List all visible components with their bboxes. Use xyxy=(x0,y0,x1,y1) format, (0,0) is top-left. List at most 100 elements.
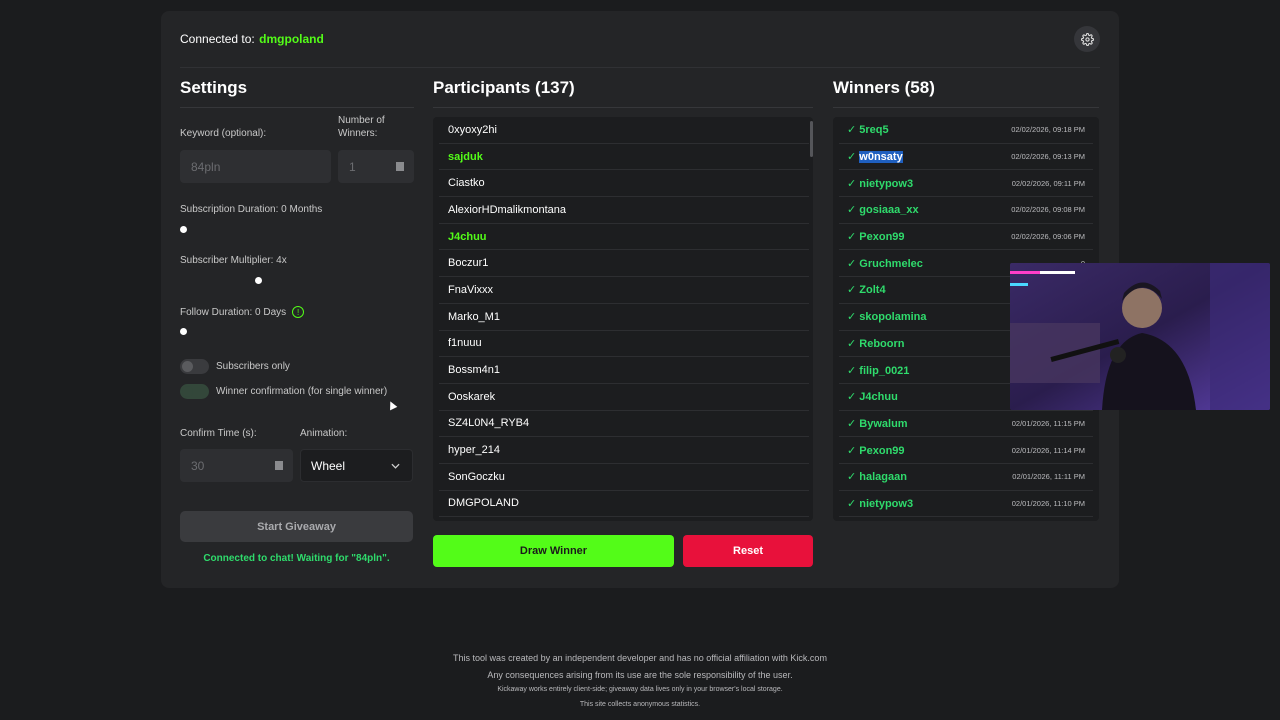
footer-disclaimer: This tool was created by an independent … xyxy=(453,653,827,663)
check-icon: ✓ xyxy=(847,311,860,324)
check-icon: ✓ xyxy=(847,204,860,217)
footer-storage-note: Kickaway works entirely client-side; giv… xyxy=(497,686,783,693)
winner-name: ✓ filip_0021 xyxy=(847,364,909,377)
winner-name: ✓ Pexon99 xyxy=(847,230,905,243)
follow-duration-row: Follow Duration: 0 Days! xyxy=(180,306,305,319)
winner-name: ✓ nietypow3 xyxy=(847,177,913,190)
participant-name: Marko_M1 xyxy=(448,310,500,323)
winner-confirmation-label: Winner confirmation (for single winner) xyxy=(216,386,388,397)
participant-row: Ciastko xyxy=(439,170,809,198)
participants-title: Participants (137) xyxy=(433,78,813,108)
winner-name: ✓ w0nsaty xyxy=(847,150,903,164)
participant-name: 0xyoxy2hi xyxy=(448,123,497,136)
winner-name: ✓ J4chuu xyxy=(847,390,898,403)
winner-row: ✓ nietypow3 02/01/2026, 11:10 PM xyxy=(839,491,1093,518)
winner-confirmation-toggle[interactable] xyxy=(180,384,209,399)
stepper-icon[interactable] xyxy=(396,162,404,171)
winners-count-input[interactable]: 1 xyxy=(338,150,414,183)
winner-name-text: Reboorn xyxy=(859,337,905,350)
participant-row: f1nuuu xyxy=(439,331,809,358)
start-giveaway-button[interactable]: Start Giveaway xyxy=(180,511,413,542)
sub-duration-slider-thumb[interactable] xyxy=(180,226,187,233)
winner-timestamp: 02/01/2026, 11:10 PM xyxy=(1011,498,1085,508)
scrollbar[interactable] xyxy=(810,121,813,157)
winner-name: ✓ nietypow3 xyxy=(847,497,913,510)
winner-row: ✓ Pexon99 02/01/2026, 11:14 PM xyxy=(839,437,1093,464)
subscribers-only-toggle[interactable] xyxy=(180,359,209,374)
winner-row: ✓ Pexon99 02/02/2026, 09:06 PM xyxy=(839,224,1093,251)
check-icon: ✓ xyxy=(847,151,860,164)
participant-name: sajduk xyxy=(448,150,483,163)
participant-name: FnaVixxx xyxy=(448,283,494,296)
reset-button[interactable]: Reset xyxy=(683,535,813,567)
draw-winner-button[interactable]: Draw Winner xyxy=(433,535,674,567)
winner-name: ✓ Pexon99 xyxy=(847,444,905,457)
participant-row: FnaVixxx xyxy=(439,277,809,304)
winner-timestamp: 02/02/2026, 09:06 PM xyxy=(1011,232,1085,242)
toggle-knob xyxy=(182,361,193,372)
check-icon: ✓ xyxy=(847,124,860,137)
winner-row: ✓ 5req5 02/02/2026, 09:18 PM xyxy=(839,117,1093,144)
info-icon[interactable]: ! xyxy=(292,306,305,319)
follow-duration-slider-thumb[interactable] xyxy=(180,328,187,335)
winner-name-text: skopolamina xyxy=(859,311,927,324)
winner-name-text: Zolt4 xyxy=(859,284,886,297)
participant-row: 0xyoxy2hi xyxy=(439,117,809,144)
connection-status: Connected to: dmgpoland xyxy=(180,30,324,48)
winner-name: ✓ skopolamina xyxy=(847,310,927,323)
winner-timestamp: 02/02/2026, 09:11 PM xyxy=(1011,178,1085,188)
winner-row: ✓ nietypow3 02/02/2026, 09:11 PM xyxy=(839,170,1093,198)
winner-timestamp: 02/01/2026, 11:11 PM xyxy=(1012,472,1085,482)
winner-name: ✓ 5req5 xyxy=(847,123,889,136)
winners-title: Winners (58) xyxy=(833,78,1099,108)
winner-name-text: nietypow3 xyxy=(859,177,914,190)
stepper-icon[interactable] xyxy=(275,461,283,470)
winner-row: ✓ w0nsaty 02/02/2026, 09:13 PM xyxy=(839,144,1093,171)
participant-row: DMGPOLAND xyxy=(439,491,809,518)
participant-name: f1nuuu xyxy=(448,337,482,350)
participant-name: AlexiorHDmalikmontana xyxy=(448,203,566,216)
winners-count-label: Number of Winners: xyxy=(338,115,385,139)
winner-name: ✓ Gruchmelec xyxy=(847,257,923,270)
winner-name: ✓ Zolt4 xyxy=(847,283,886,296)
settings-button[interactable] xyxy=(1074,26,1100,52)
check-icon: ✓ xyxy=(847,284,860,297)
keyword-value: 84pln xyxy=(191,159,221,174)
chevron-down-icon xyxy=(391,463,400,469)
keyword-label: Keyword (optional): xyxy=(180,128,267,139)
participant-row: Boczur1 xyxy=(439,250,809,278)
check-icon: ✓ xyxy=(847,177,860,190)
check-icon: ✓ xyxy=(847,257,860,270)
participant-row: SZ4L0N4_RYB4 xyxy=(439,411,809,438)
confirm-time-value: 30 xyxy=(191,458,205,473)
confirm-time-input[interactable]: 30 xyxy=(180,449,293,482)
footer-responsibility: Any consequences arising from its use ar… xyxy=(487,670,793,680)
winner-name-text: Pexon99 xyxy=(859,444,905,457)
winner-row: ✓ halagaan 02/01/2026, 11:11 PM xyxy=(839,464,1093,491)
footer-statistics-note: This site collects anonymous statistics. xyxy=(579,701,701,708)
sub-multiplier-slider-thumb[interactable] xyxy=(255,277,262,284)
keyword-input[interactable]: 84pln xyxy=(180,150,331,183)
participant-row: Marko_M1 xyxy=(439,304,809,331)
participant-name: Ooskarek xyxy=(448,390,496,403)
settings-title: Settings xyxy=(180,78,414,108)
participant-name: DMGPOLAND xyxy=(448,497,519,510)
animation-select[interactable]: Wheel xyxy=(300,449,413,482)
toggle-knob xyxy=(182,386,193,397)
participants-list[interactable]: 0xyoxy2hi sajduk Ciastko AlexiorHDmalikmont… xyxy=(433,117,813,521)
winner-timestamp: 02/01/2026, 11:15 PM xyxy=(1011,418,1085,428)
check-icon: ✓ xyxy=(847,231,860,244)
animation-label: Animation: xyxy=(300,428,348,439)
participant-name: SZ4L0N4_RYB4 xyxy=(448,417,530,430)
participant-row: AlexiorHDmalikmontana xyxy=(439,197,809,224)
winner-name-text: 5req5 xyxy=(859,124,889,137)
participant-row: hyper_214 xyxy=(439,437,809,464)
winner-name-text: w0nsaty xyxy=(859,151,903,164)
top-bar: Connected to: dmgpoland xyxy=(180,11,1100,68)
winner-name-text: gosiaaa_xx xyxy=(859,204,919,217)
animation-value: Wheel xyxy=(311,458,346,473)
webcam-image xyxy=(1010,263,1270,410)
winner-name-text: nietypow3 xyxy=(859,497,914,510)
participant-row: SonGoczku xyxy=(439,464,809,491)
winner-name-text: J4chuu xyxy=(859,391,898,404)
